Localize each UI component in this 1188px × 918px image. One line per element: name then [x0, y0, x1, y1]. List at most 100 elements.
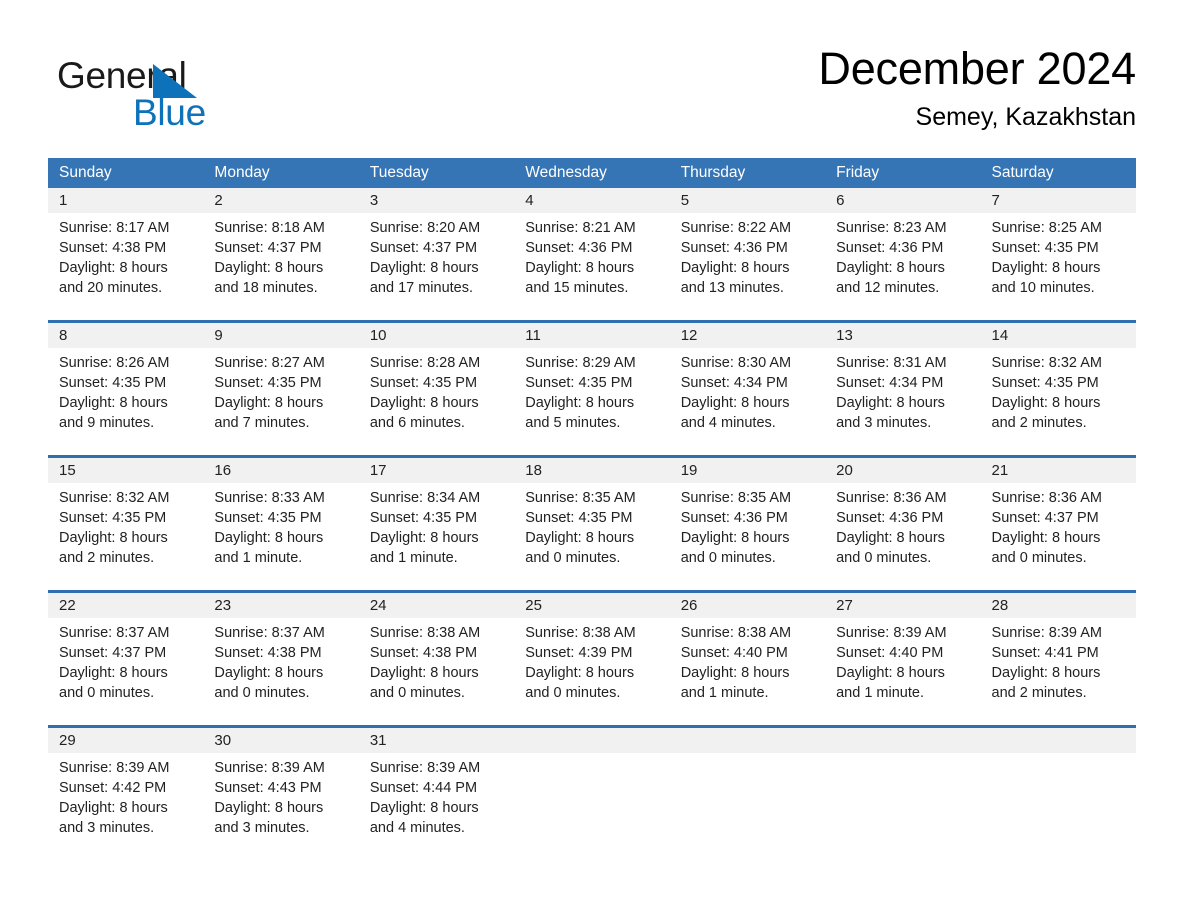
day-number[interactable]: 25 [514, 593, 669, 618]
day-number[interactable]: 16 [203, 458, 358, 483]
daylight-text-line1: Daylight: 8 hours [836, 665, 945, 681]
day-number[interactable]: 14 [981, 323, 1136, 348]
daylight-text-line2: and 7 minutes. [214, 415, 310, 431]
day-cell[interactable]: Sunrise: 8:21 AM Sunset: 4:36 PM Daylight:… [514, 218, 669, 313]
sunrise-text: Sunrise: 8:38 AM [525, 625, 636, 641]
day-number[interactable]: 28 [981, 593, 1136, 618]
day-number[interactable]: 13 [825, 323, 980, 348]
sunrise-text: Sunrise: 8:39 AM [991, 625, 1102, 641]
day-cell[interactable]: Sunrise: 8:36 AM Sunset: 4:37 PM Daylight:… [981, 488, 1136, 583]
week-day-number-band: 1234567 [48, 188, 1136, 213]
day-cell[interactable]: Sunrise: 8:31 AM Sunset: 4:34 PM Daylight:… [825, 353, 980, 448]
day-cell[interactable]: Sunrise: 8:38 AM Sunset: 4:38 PM Daylight:… [359, 623, 514, 718]
daylight-text-line1: Daylight: 8 hours [525, 260, 635, 276]
daylight-text-line1: Daylight: 8 hours [836, 260, 945, 276]
day-number[interactable]: 9 [203, 323, 358, 348]
day-cell[interactable]: Sunrise: 8:20 AM Sunset: 4:37 PM Daylight:… [359, 218, 514, 313]
day-number[interactable]: 21 [981, 458, 1136, 483]
sunrise-text: Sunrise: 8:37 AM [59, 625, 170, 641]
day-cell[interactable]: Sunrise: 8:39 AM Sunset: 4:41 PM Daylight:… [981, 623, 1136, 718]
sunset-text: Sunset: 4:37 PM [214, 240, 322, 256]
day-cell[interactable]: Sunrise: 8:35 AM Sunset: 4:36 PM Daylight:… [670, 488, 825, 583]
day-number[interactable]: 4 [514, 188, 669, 213]
day-number-empty [670, 728, 825, 753]
sunset-text: Sunset: 4:35 PM [991, 375, 1099, 391]
daylight-text-line2: and 0 minutes. [59, 685, 155, 701]
day-number[interactable]: 17 [359, 458, 514, 483]
day-number[interactable]: 11 [514, 323, 669, 348]
day-number[interactable]: 31 [359, 728, 514, 753]
sunset-text: Sunset: 4:43 PM [214, 780, 322, 796]
day-cell[interactable]: Sunrise: 8:35 AM Sunset: 4:35 PM Daylight:… [514, 488, 669, 583]
weekday-header-saturday: Saturday [991, 164, 1054, 181]
day-cell[interactable]: Sunrise: 8:36 AM Sunset: 4:36 PM Daylight:… [825, 488, 980, 583]
day-cell[interactable]: Sunrise: 8:29 AM Sunset: 4:35 PM Daylight:… [514, 353, 669, 448]
daylight-text-line1: Daylight: 8 hours [525, 395, 635, 411]
daylight-text-line2: and 5 minutes. [525, 415, 621, 431]
week-day-number-band: 22 23 24 25 26 27 28 [48, 593, 1136, 618]
calendar-week-row: 29 30 31 Sunrise: 8:39 AM Sunset: 4:42 PM Day… [48, 725, 1136, 853]
day-cell[interactable]: Sunrise: 8:30 AM Sunset: 4:34 PM Daylight:… [670, 353, 825, 448]
day-number[interactable]: 20 [825, 458, 980, 483]
day-cell[interactable]: Sunrise: 8:32 AM Sunset: 4:35 PM Daylight:… [981, 353, 1136, 448]
calendar-page: General Blue December 2024 Semey, Kazakh… [0, 0, 1188, 918]
day-number[interactable]: 7 [981, 188, 1136, 213]
sunset-text: Sunset: 4:38 PM [214, 645, 322, 661]
week-detail-band: Sunrise: 8:39 AM Sunset: 4:42 PM Daylight:… [48, 753, 1136, 853]
day-cell[interactable]: Sunrise: 8:25 AM Sunset: 4:35 PM Daylight:… [981, 218, 1136, 313]
day-cell[interactable]: Sunrise: 8:17 AM Sunset: 4:38 PM Daylight:… [48, 218, 203, 313]
weekday-header-row: Sunday Monday Tuesday Wednesday Thursday Frid… [48, 158, 1136, 188]
daylight-text-line1: Daylight: 8 hours [991, 530, 1101, 546]
day-cell[interactable]: Sunrise: 8:23 AM Sunset: 4:36 PM Daylight:… [825, 218, 980, 313]
day-number[interactable]: 10 [359, 323, 514, 348]
daylight-text-line1: Daylight: 8 hours [369, 395, 479, 411]
day-number[interactable]: 19 [670, 458, 825, 483]
day-cell[interactable]: Sunrise: 8:39 AM Sunset: 4:42 PM Daylight:… [48, 758, 203, 853]
day-cell[interactable]: Sunrise: 8:27 AM Sunset: 4:35 PM Daylight:… [203, 353, 358, 448]
day-cell[interactable]: Sunrise: 8:33 AM Sunset: 4:35 PM Daylight:… [203, 488, 358, 583]
sunrise-text: Sunrise: 8:31 AM [836, 355, 947, 371]
day-cell[interactable]: Sunrise: 8:38 AM Sunset: 4:39 PM Daylight:… [514, 623, 669, 718]
day-cell[interactable]: Sunrise: 8:18 AM Sunset: 4:37 PM Daylight:… [203, 218, 358, 313]
day-cell[interactable]: Sunrise: 8:34 AM Sunset: 4:35 PM Daylight:… [359, 488, 514, 583]
day-number[interactable]: 8 [48, 323, 203, 348]
day-cell[interactable]: Sunrise: 8:28 AM Sunset: 4:35 PM Daylight:… [359, 353, 514, 448]
day-number[interactable]: 2 [203, 188, 358, 213]
day-cell[interactable]: Sunrise: 8:32 AM Sunset: 4:35 PM Daylight:… [48, 488, 203, 583]
day-number[interactable]: 27 [825, 593, 980, 618]
day-number[interactable]: 15 [48, 458, 203, 483]
daylight-text-line2: and 0 minutes. [525, 550, 621, 566]
day-cell[interactable]: Sunrise: 8:39 AM Sunset: 4:40 PM Daylight:… [825, 623, 980, 718]
day-number[interactable]: 18 [514, 458, 669, 483]
day-number[interactable]: 12 [670, 323, 825, 348]
day-cell[interactable]: Sunrise: 8:39 AM Sunset: 4:43 PM Daylight:… [203, 758, 358, 853]
sunset-text: Sunset: 4:34 PM [836, 375, 944, 391]
daylight-text-line1: Daylight: 8 hours [680, 260, 790, 276]
day-number[interactable]: 29 [48, 728, 203, 753]
title-block: December 2024 Semey, Kazakhstan [818, 40, 1136, 135]
day-cell[interactable]: Sunrise: 8:37 AM Sunset: 4:38 PM Daylight:… [203, 623, 358, 718]
day-cell[interactable]: Sunrise: 8:38 AM Sunset: 4:40 PM Daylight:… [670, 623, 825, 718]
sunset-text: Sunset: 4:36 PM [836, 240, 944, 256]
sunset-text: Sunset: 4:35 PM [369, 375, 478, 391]
day-cell[interactable]: Sunrise: 8:39 AM Sunset: 4:44 PM Daylight:… [359, 758, 514, 853]
day-number[interactable]: 22 [48, 593, 203, 618]
daylight-text-line2: and 0 minutes. [525, 685, 621, 701]
daylight-text-line1: Daylight: 8 hours [214, 395, 324, 411]
day-number[interactable]: 1 [48, 188, 203, 213]
day-number[interactable]: 26 [670, 593, 825, 618]
daylight-text-line1: Daylight: 8 hours [214, 530, 324, 546]
day-cell[interactable]: Sunrise: 8:37 AM Sunset: 4:37 PM Daylight:… [48, 623, 203, 718]
day-number[interactable]: 23 [203, 593, 358, 618]
daylight-text-line1: Daylight: 8 hours [991, 665, 1101, 681]
general-blue-logo[interactable]: General Blue [57, 54, 317, 134]
sunrise-text: Sunrise: 8:32 AM [991, 355, 1102, 371]
day-cell[interactable]: Sunrise: 8:22 AM Sunset: 4:36 PM Daylight:… [670, 218, 825, 313]
sunrise-text: Sunrise: 8:21 AM [525, 220, 636, 236]
day-number[interactable]: 24 [359, 593, 514, 618]
day-number[interactable]: 3 [359, 188, 514, 213]
day-number[interactable]: 5 [670, 188, 825, 213]
day-number[interactable]: 30 [203, 728, 358, 753]
day-cell[interactable]: Sunrise: 8:26 AM Sunset: 4:35 PM Daylight:… [48, 353, 203, 448]
day-number[interactable]: 6 [825, 188, 980, 213]
